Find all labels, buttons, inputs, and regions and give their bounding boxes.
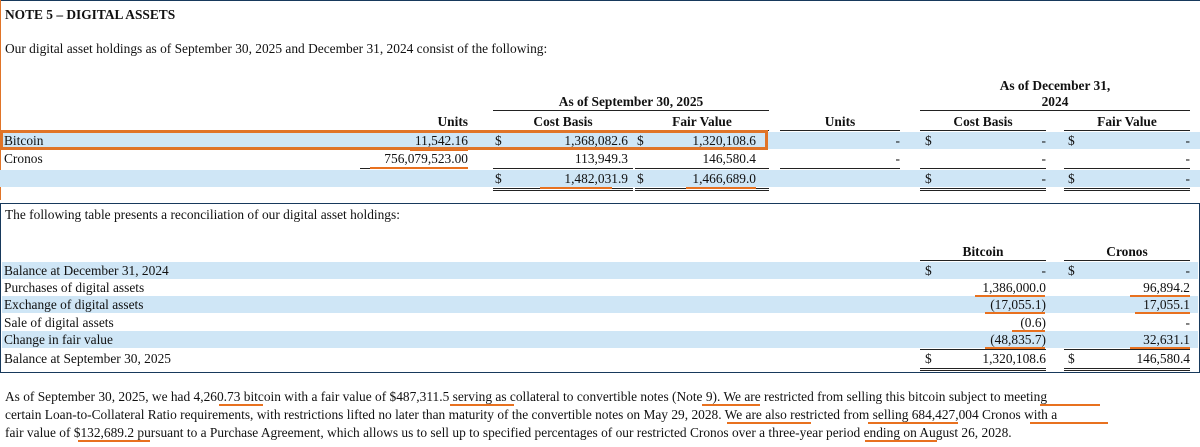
bitcoin-double-rule [920,368,1046,371]
row-fair2: - [1185,133,1190,148]
fair-total-rule [635,168,769,169]
row-cro: 32,631.1 [1143,332,1190,347]
footer-line-3: fair value of $132,689.2 pursuant to a P… [5,425,1012,440]
row-fair: 146,580.4 [702,151,756,166]
col-bitcoin-header: Bitcoin [962,244,1004,259]
cost-total-rule [493,168,633,169]
col-units2-header: Units [824,114,856,129]
annotation-underline [865,440,937,442]
row-btc-currency: $ [925,263,932,278]
cronos-total-rule [1064,349,1190,350]
row-cost: 113,949.3 [574,151,628,166]
annotation-underline [1130,347,1190,349]
annotation-underline [78,440,150,442]
col-cost-header: Cost Basis [533,114,593,129]
row-btc-currency: $ [925,351,932,366]
holdings-intro: Our digital asset holdings as of Septemb… [5,41,548,56]
annotation-underline [1135,312,1190,314]
footer-line-1: As of September 30, 2025, we had 4,260.7… [5,389,1048,404]
row-cost: 1,482,031.9 [564,171,628,186]
row-cro-currency: $ [1068,263,1075,278]
cronos-header-rule [1064,260,1190,261]
row-label: Balance at September 30, 2025 [4,351,171,366]
cronos-double-rule [1064,368,1190,371]
units2-header-rule [780,130,900,131]
row-label: Cronos [4,151,43,166]
row-units2: - [895,133,900,148]
annotation-underline [450,404,514,406]
col-fair-header: Fair Value [672,114,732,129]
annotation-underline [686,187,756,189]
annotation-underline [540,187,612,189]
row-cro: 17,055.1 [1143,297,1190,312]
row-fair-currency: $ [637,171,644,186]
fair2-total-rule [1064,168,1190,169]
row-cost2: - [1041,151,1046,166]
row-cost2-currency: $ [925,171,932,186]
row-cro: 146,580.4 [1136,351,1190,366]
period1-header-rule [493,110,769,111]
bitcoin-row-highlight [0,130,768,150]
row-btc: (48,835.7) [990,332,1046,347]
row-btc: 1,320,108.6 [982,351,1046,366]
cost2-total-rule [920,168,1046,169]
row-cost-currency: $ [495,171,502,186]
footer-line-2: certain Loan-to-Collateral Ratio require… [5,407,1058,422]
row-cro-currency: $ [1068,351,1075,366]
cost2-header-rule [920,130,1046,131]
note-title: NOTE 5 – DIGITAL ASSETS [5,7,176,22]
row-cost2-currency: $ [925,133,932,148]
annotation-underline [985,347,1045,349]
row-btc: 1,386,000.0 [982,280,1046,295]
row-fair: 1,466,689.0 [692,171,756,186]
top-border [0,0,1200,1]
fair2-header-rule [1064,130,1190,131]
annotation-underline [985,312,1045,314]
annotation-underline [219,404,263,406]
row-label: Balance at December 31, 2024 [4,263,169,278]
period2-header-line1: As of December 31, [999,78,1111,93]
col-units-header: Units [437,114,468,129]
row-fair2: - [1185,151,1190,166]
row-units2: - [895,151,900,166]
row-cro: - [1185,315,1190,330]
row-fair2-currency: $ [1068,133,1075,148]
annotation-underline [1030,422,1108,424]
bitcoin-header-rule [920,260,1046,261]
row-cost2: - [1041,171,1046,186]
col-cronos-header: Cronos [1106,244,1148,259]
row-label: Purchases of digital assets [4,280,145,295]
period2-header-line2: 2024 [1041,94,1069,109]
annotation-underline [1040,404,1100,406]
bitcoin-total-rule [920,349,1046,350]
annotation-underline [975,295,1045,297]
row-cro: - [1185,263,1190,278]
annotation-underline [702,404,760,406]
period2-header-rule [920,110,1190,111]
reconciliation-intro: The following table presents a reconcili… [5,207,400,222]
annotation-underline [868,422,958,424]
row-cro: 96,894.2 [1143,280,1190,295]
row-btc: - [1041,263,1046,278]
annotation-underline [1012,330,1045,332]
row-fair2-currency: $ [1068,171,1075,186]
row-cost2: - [1041,133,1046,148]
annotation-underline [370,167,468,169]
row-label: Sale of digital assets [4,315,114,330]
col-fair2-header: Fair Value [1097,114,1157,129]
row-fair2: - [1185,171,1190,186]
cost2-double-rule [920,188,1046,191]
row-label: Change in fair value [4,332,113,347]
period1-header: As of September 30, 2025 [558,94,704,109]
row-btc: (0.6) [1020,315,1046,330]
annotation-underline [1130,295,1190,297]
row-label: Exchange of digital assets [4,297,144,312]
col-cost2-header: Cost Basis [953,114,1013,129]
row-units: 756,079,523.00 [384,151,468,166]
annotation-underline [727,422,811,424]
row-btc: (17,055.1) [990,297,1046,312]
fair2-double-rule [1064,188,1190,191]
units2-total-rule [780,168,900,169]
